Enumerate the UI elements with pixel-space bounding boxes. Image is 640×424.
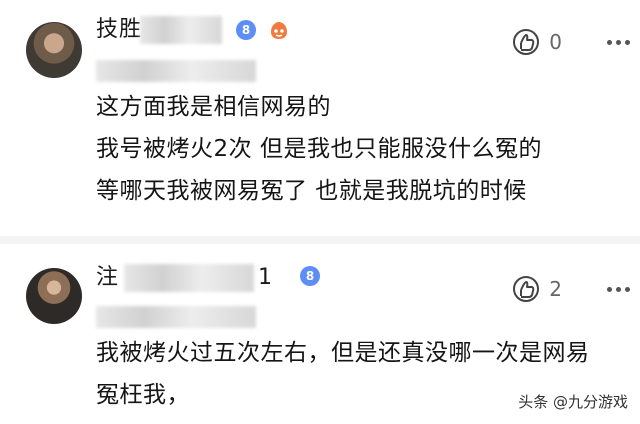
username-text: 注: [96, 265, 120, 290]
like-hand-icon: [513, 276, 540, 302]
avatar[interactable]: [26, 268, 82, 324]
username-text: 技胜: [96, 17, 143, 42]
comment-item: 技胜 8 0 这方面我是相信网易的 我号被烤火2次 但是我也只能服没什么冤的 等…: [0, 0, 640, 236]
comment-line: 等哪天我被网易冤了 也就是我脱坑的时候: [96, 178, 527, 204]
comment-line: 我被烤火过五次左右，但是还真没哪一次是网易: [96, 340, 590, 366]
vip-badge-icon: [271, 22, 287, 39]
avatar[interactable]: [26, 22, 82, 78]
like-count: 2: [549, 277, 562, 301]
meta-blur: [96, 306, 256, 328]
watermark-text: 头条 @九分游戏: [518, 393, 628, 411]
username-blur: [124, 264, 254, 292]
comment-line: 这方面我是相信网易的: [96, 94, 331, 120]
level-number: 8: [305, 269, 315, 283]
username[interactable]: 技胜: [96, 10, 142, 50]
like-button[interactable]: 0: [511, 27, 562, 57]
level-badge-icon: 8: [236, 20, 256, 40]
comment-separator: [0, 236, 640, 244]
meta-blur: [96, 60, 256, 82]
like-hand-icon: [513, 29, 540, 55]
source-watermark: 头条 @九分游戏: [518, 391, 628, 412]
username-blur: [140, 16, 222, 44]
level-badge-icon: 8: [300, 266, 320, 286]
comment-line: 我号被烤火2次 但是我也只能服没什么冤的: [96, 136, 542, 162]
level-number: 8: [241, 23, 251, 37]
username-suffix-text: 1: [258, 265, 273, 290]
more-dots-icon[interactable]: [607, 287, 630, 292]
more-dots-icon[interactable]: [607, 40, 630, 45]
like-count: 0: [549, 30, 562, 54]
comment-line: 冤枉我，: [96, 382, 190, 408]
like-button[interactable]: 2: [511, 274, 562, 304]
username-suffix: 1: [258, 258, 273, 298]
username[interactable]: 注: [96, 258, 119, 298]
